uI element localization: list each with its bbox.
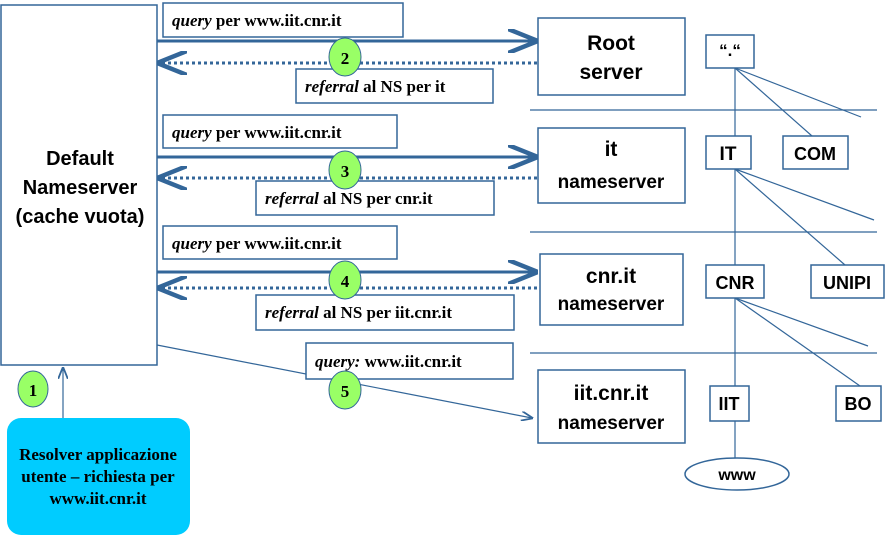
default-ns-line2: Nameserver — [23, 177, 138, 199]
tree-it: IT — [720, 144, 737, 165]
referral-label-3: referral al NS per iit.cnr.it — [265, 303, 452, 322]
resolver-line3: www.iit.cnr.it — [49, 489, 146, 508]
step-5: 5 — [341, 382, 350, 401]
tree-unipi: UNIPI — [823, 273, 871, 293]
cnr-server-l1: cnr.it — [586, 265, 636, 288]
tree-bo: BO — [845, 394, 872, 414]
dns-resolution-diagram: Default Nameserver (cache vuota) Resolve… — [0, 2, 885, 535]
step-4: 4 — [341, 272, 350, 291]
tree-root: “.“ — [719, 41, 741, 60]
step-1: 1 — [29, 381, 38, 400]
query-label-1: query per www.iit.cnr.it — [172, 11, 342, 30]
iit-server-l1: iit.cnr.it — [574, 382, 649, 405]
resolver-line2: utente – richiesta per — [21, 467, 175, 486]
query-label-3: query per www.iit.cnr.it — [172, 234, 342, 253]
tree-cnr: CNR — [716, 273, 755, 293]
iit-server-l2: nameserver — [558, 413, 665, 434]
default-ns-line3: (cache vuota) — [16, 206, 145, 228]
resolver-line1: Resolver applicazione — [19, 445, 177, 464]
it-server-l2: nameserver — [558, 172, 665, 193]
tree-iit: IIT — [719, 394, 740, 414]
referral-label-2: referral al NS per cnr.it — [265, 189, 433, 208]
step-3: 3 — [341, 162, 350, 181]
tree-www: www — [717, 467, 756, 484]
step-2: 2 — [341, 49, 350, 68]
root-server-l1: Root — [587, 32, 635, 55]
tree-com: COM — [794, 144, 836, 164]
referral-label-1: referral al NS per it — [305, 77, 446, 96]
query-label-4: query: www.iit.cnr.it — [315, 352, 462, 371]
cnr-server-l2: nameserver — [558, 294, 665, 315]
root-server-l2: server — [579, 61, 642, 84]
referral-labels: referral al NS per it referral al NS per… — [255, 68, 515, 331]
default-nameserver: Default Nameserver (cache vuota) — [0, 4, 158, 366]
query-label-2: query per www.iit.cnr.it — [172, 123, 342, 142]
default-ns-line1: Default — [46, 148, 114, 170]
it-server-l1: it — [605, 138, 618, 161]
resolver-box: Resolver applicazione utente – richiesta… — [7, 418, 190, 535]
servers: Root server it nameserver cnr.it nameser… — [537, 17, 686, 444]
